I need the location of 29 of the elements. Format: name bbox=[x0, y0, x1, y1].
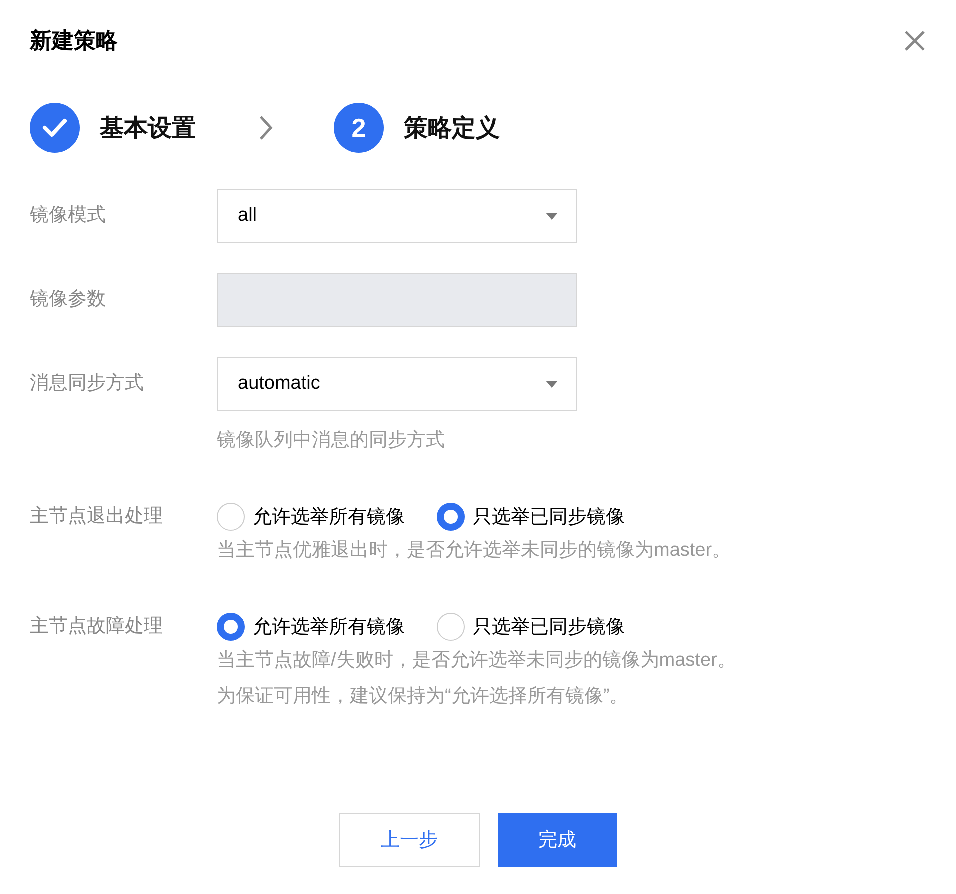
help-text: 镜像队列中消息的同步方式 bbox=[217, 429, 446, 453]
caret-icon bbox=[546, 212, 558, 220]
caret-icon bbox=[546, 380, 558, 388]
field-label: 主节点故障处理 bbox=[30, 615, 164, 639]
field-label: 主节点退出处理 bbox=[30, 505, 164, 529]
dropdown[interactable]: all bbox=[217, 189, 577, 243]
radio-option[interactable]: 允许选举所有镜像 bbox=[217, 613, 405, 641]
chevron-icon bbox=[258, 115, 274, 141]
dropdown[interactable]: automatic bbox=[217, 357, 577, 411]
radio-button[interactable] bbox=[437, 613, 465, 641]
step-label: 策略定义 bbox=[404, 114, 500, 144]
field-label: 消息同步方式 bbox=[30, 372, 145, 396]
radio-option[interactable]: 只选举已同步镜像 bbox=[437, 503, 625, 531]
field-label: 镜像模式 bbox=[30, 204, 107, 228]
help-text: 为保证可用性，建议保持为“允许选择所有镜像”。 bbox=[217, 685, 630, 709]
radio-button[interactable] bbox=[217, 613, 245, 641]
help-text: 当主节点优雅退出时，是否允许选举未同步的镜像为master。 bbox=[217, 539, 732, 563]
back-button[interactable]: 上一步 bbox=[339, 813, 480, 867]
radio-option[interactable]: 允许选举所有镜像 bbox=[217, 503, 405, 531]
step-label: 基本设置 bbox=[100, 114, 196, 144]
radio-button[interactable] bbox=[217, 503, 245, 531]
finish-button[interactable]: 完成 bbox=[498, 813, 617, 867]
radio-option[interactable]: 只选举已同步镜像 bbox=[437, 613, 625, 641]
field-label: 镜像参数 bbox=[30, 288, 107, 312]
step-number: 2 bbox=[334, 103, 384, 153]
radio-button[interactable] bbox=[437, 503, 465, 531]
close-icon bbox=[904, 30, 926, 52]
help-text: 当主节点故障/失败时，是否允许选举未同步的镜像为master。 bbox=[217, 649, 736, 673]
dialog-title: 新建策略 bbox=[30, 27, 118, 55]
